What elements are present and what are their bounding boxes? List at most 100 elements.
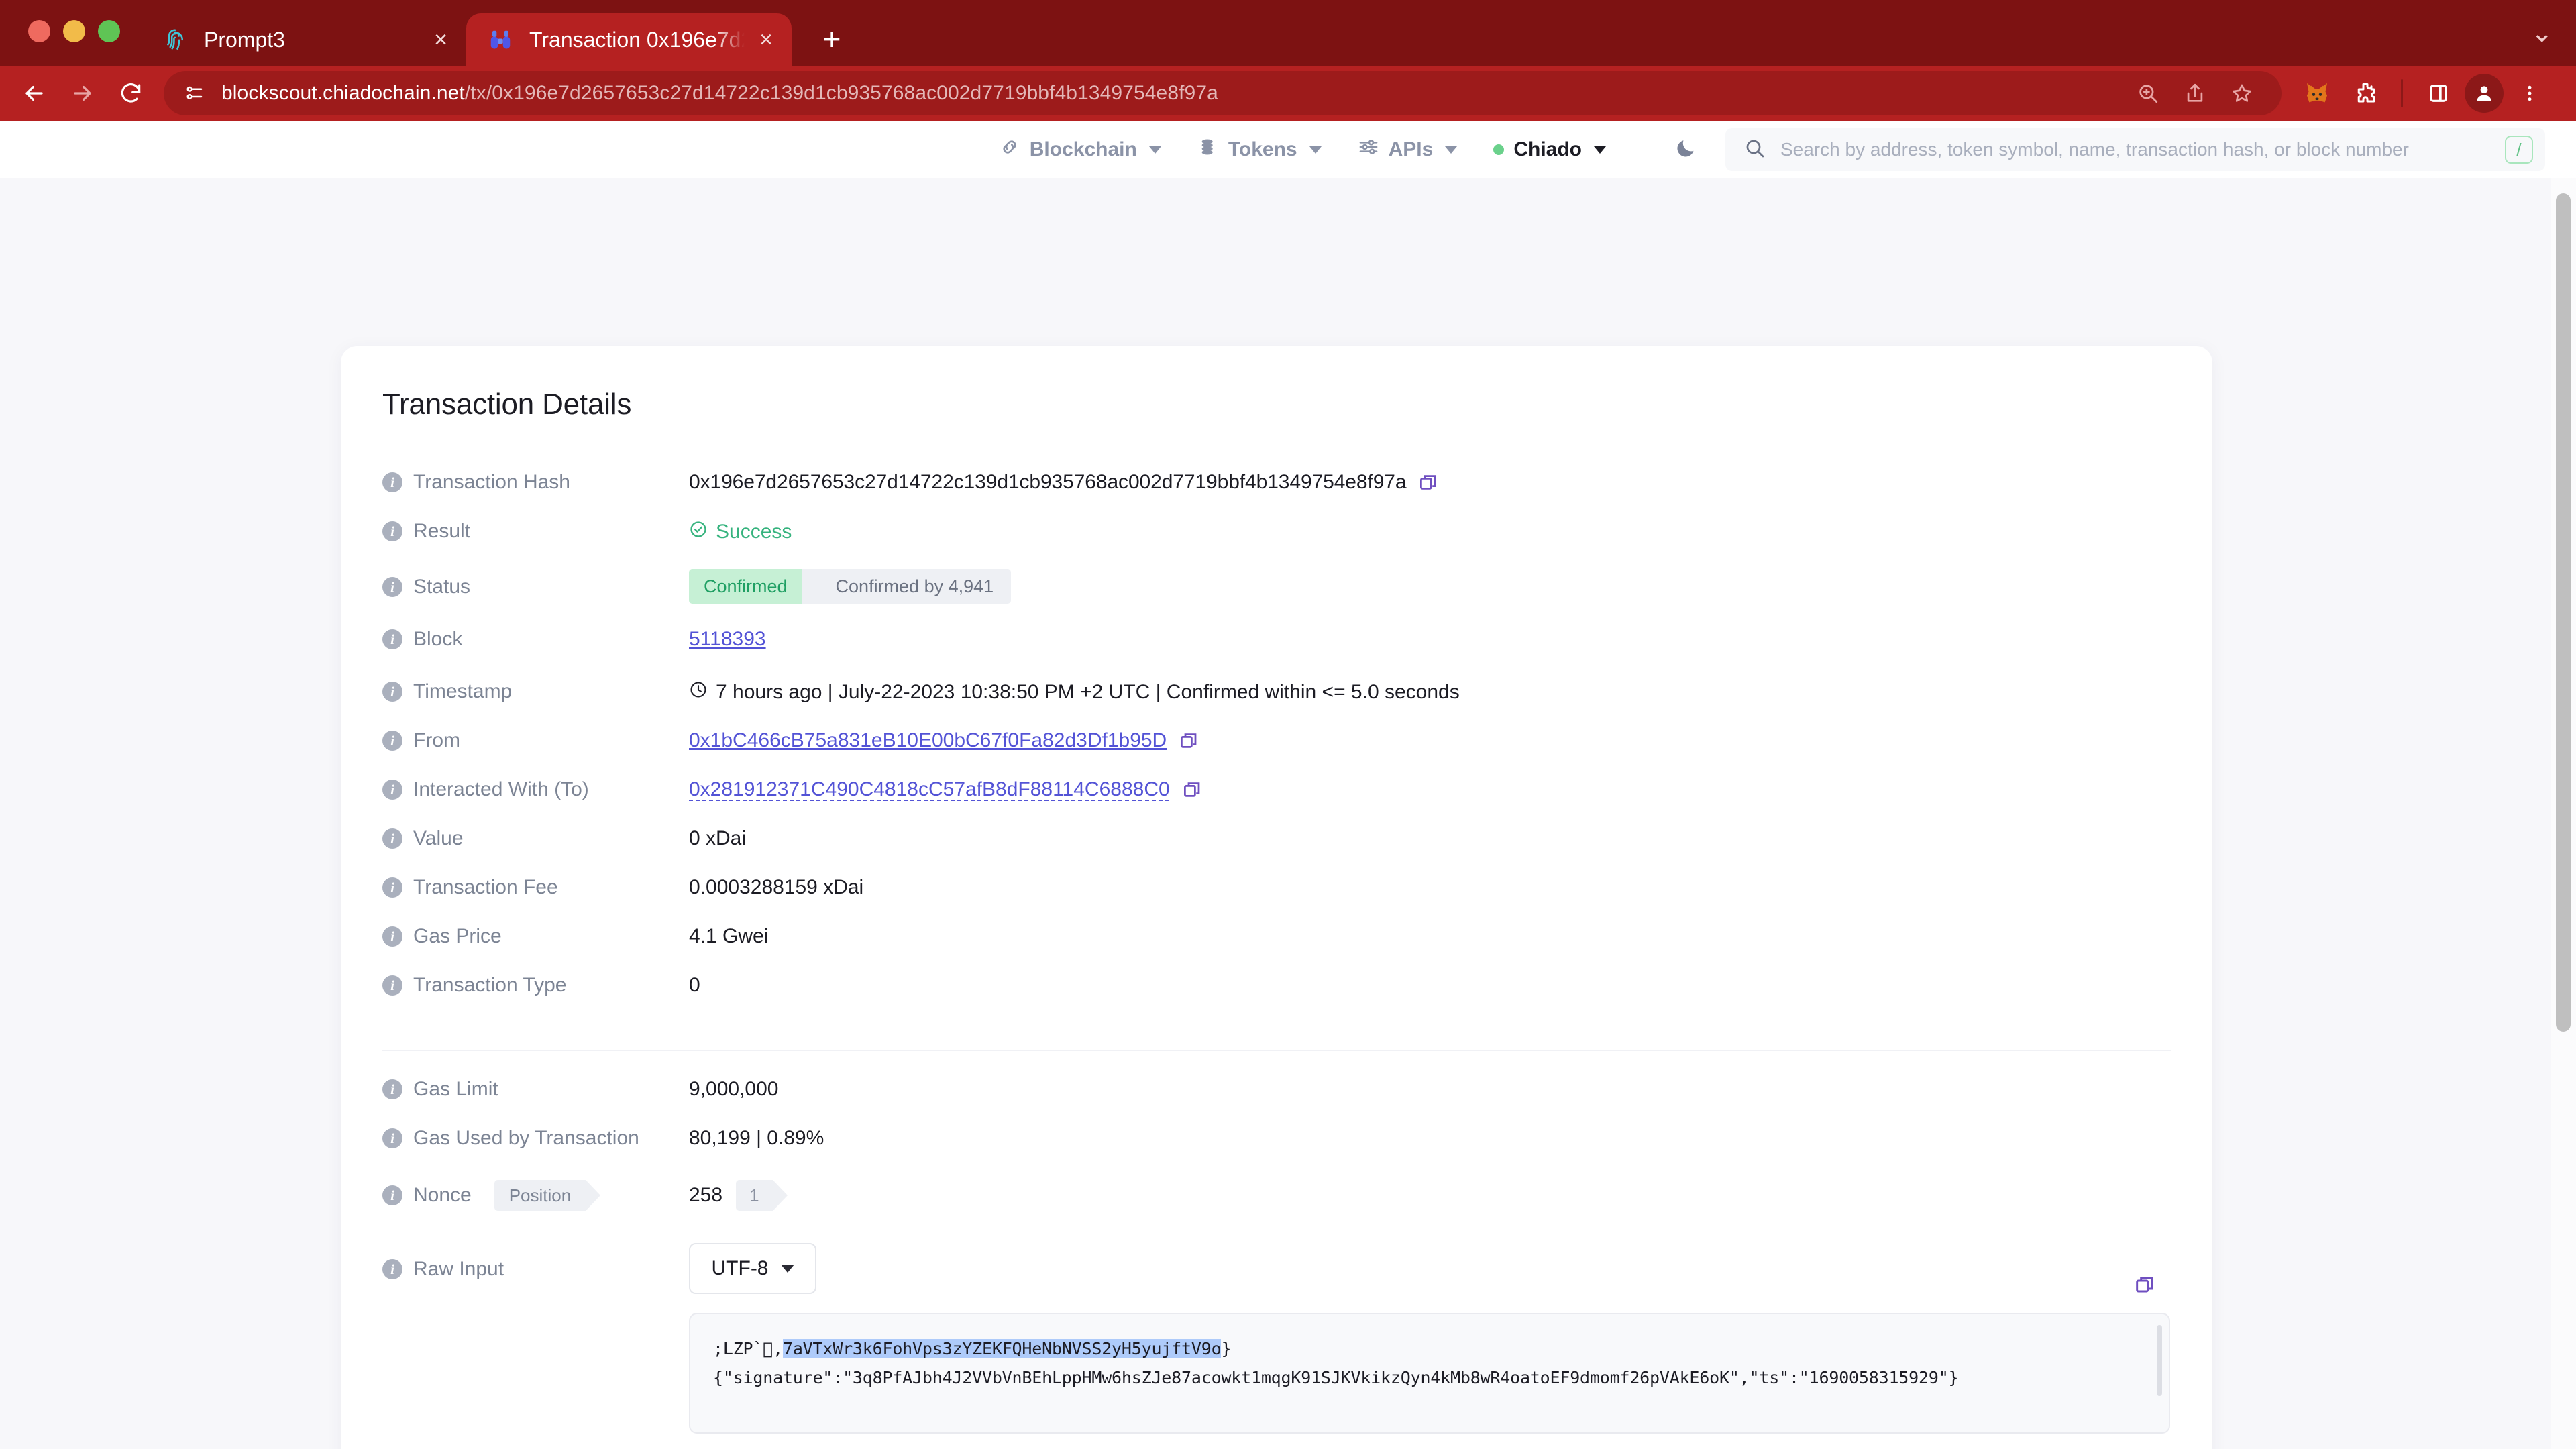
extensions-puzzle-icon[interactable] xyxy=(2343,71,2387,115)
browser-tabstrip: Prompt3 × Transaction 0x196e7d2657653 × … xyxy=(0,0,2576,66)
nav-item-tokens[interactable]: Tokens xyxy=(1197,136,1322,163)
search-shortcut-key: / xyxy=(2505,136,2533,164)
row-label-text: Transaction Fee xyxy=(413,876,558,898)
back-icon[interactable] xyxy=(12,71,56,115)
address-bar-text: blockscout.chiadochain.net/tx/0x196e7d26… xyxy=(221,82,1218,105)
detail-row-transaction-type: i Transaction Type 0 xyxy=(382,971,2171,1020)
metamask-extension-icon[interactable] xyxy=(2295,71,2339,115)
nav-item-network-chiado[interactable]: Chiado xyxy=(1493,138,1606,161)
info-icon[interactable]: i xyxy=(382,1185,402,1205)
timestamp-value: 7 hours ago | July-22-2023 10:38:50 PM +… xyxy=(716,681,1460,703)
row-label: i Raw Input xyxy=(382,1243,689,1281)
row-label: i Transaction Type xyxy=(382,971,689,997)
nav-item-label: Blockchain xyxy=(1029,138,1137,160)
maximize-window-button[interactable] xyxy=(98,20,120,42)
row-label: i Timestamp xyxy=(382,678,689,703)
tab-close-icon[interactable]: × xyxy=(759,28,773,51)
moon-icon xyxy=(1674,136,1699,164)
raw-input-line-1: ;LZP` ,7aVTxWr3k6FohVps3zYZEKFQHeNbNVSS2… xyxy=(713,1334,2146,1363)
page-title: Transaction Details xyxy=(382,388,632,421)
info-icon[interactable]: i xyxy=(382,682,402,702)
tab-title: Prompt3 xyxy=(204,27,285,52)
sliders-icon xyxy=(1358,136,1379,163)
row-label-text: Value xyxy=(413,827,464,849)
row-label-text: Nonce xyxy=(413,1184,472,1206)
row-value: 0.0003288159 xDai xyxy=(689,876,864,898)
info-icon[interactable]: i xyxy=(382,975,402,996)
search-placeholder: Search by address, token symbol, name, t… xyxy=(1780,139,2409,160)
info-icon[interactable]: i xyxy=(382,1259,402,1279)
tab-close-icon[interactable]: × xyxy=(434,28,447,51)
tab-title: Transaction 0x196e7d2657653 xyxy=(529,27,745,52)
info-icon[interactable]: i xyxy=(382,1128,402,1148)
nav-item-label: Tokens xyxy=(1228,138,1297,160)
share-icon[interactable] xyxy=(2173,71,2217,115)
bookmark-star-icon[interactable] xyxy=(2220,71,2264,115)
browser-tab-transaction[interactable]: Transaction 0x196e7d2657653 × xyxy=(466,13,792,66)
copy-icon[interactable] xyxy=(1179,731,1199,751)
close-window-button[interactable] xyxy=(28,20,50,42)
forward-icon[interactable] xyxy=(60,71,105,115)
zoom-icon[interactable] xyxy=(2126,71,2170,115)
info-icon[interactable]: i xyxy=(382,629,402,649)
position-value-badge: 1 xyxy=(736,1180,788,1211)
window-traffic-lights xyxy=(28,20,120,42)
raw-input-line-2: {"signature":"3q8PfAJbh4J2VVbVnBEhLppHMw… xyxy=(713,1368,1959,1387)
info-icon[interactable]: i xyxy=(382,521,402,541)
row-label-text: Transaction Type xyxy=(413,974,567,996)
page-scrollbar-thumb[interactable] xyxy=(2556,193,2571,1032)
chevron-down-icon xyxy=(1594,146,1606,154)
check-circle-icon xyxy=(689,520,708,544)
copy-icon[interactable] xyxy=(1418,472,1438,492)
nav-item-blockchain[interactable]: Blockchain xyxy=(999,136,1161,163)
coins-icon xyxy=(1197,136,1219,163)
info-icon[interactable]: i xyxy=(382,731,402,751)
info-icon[interactable]: i xyxy=(382,780,402,800)
info-icon[interactable]: i xyxy=(382,828,402,849)
info-icon[interactable]: i xyxy=(382,877,402,898)
detail-row-nonce: i Nonce Position 258 1 xyxy=(382,1173,2171,1228)
raw-line1-selected-text: 7aVTxWr3k6FohVps3zYZEKFQHeNbNVSS2yH5yujf… xyxy=(782,1339,1222,1358)
raw-input-scrollbar[interactable] xyxy=(2157,1325,2162,1396)
browser-tab-prompt3[interactable]: Prompt3 × xyxy=(141,13,466,66)
raw-line1-prefix: ;LZP` , xyxy=(713,1339,783,1358)
reload-icon[interactable] xyxy=(109,71,153,115)
nav-item-apis[interactable]: APIs xyxy=(1358,136,1458,163)
navbar-menu: Blockchain Tokens APIs Chiado xyxy=(999,136,1699,164)
row-label: i Gas Price xyxy=(382,922,689,948)
row-label-text: Transaction Hash xyxy=(413,471,570,493)
fingerprint-icon xyxy=(161,25,189,54)
raw-input-textarea[interactable]: ;LZP` ,7aVTxWr3k6FohVps3zYZEKFQHeNbNVSS2… xyxy=(689,1313,2170,1434)
side-panel-icon[interactable] xyxy=(2416,71,2461,115)
row-value: 0 xyxy=(689,974,700,996)
to-address-link[interactable]: 0x281912371C490C4818cC57afB8dF88114C6888… xyxy=(689,778,1170,801)
detail-row-interacted-with: i Interacted With (To) 0x281912371C490C4… xyxy=(382,775,2171,824)
from-address-link[interactable]: 0x1bC466cB75a831eB10E00bC67f0Fa82d3Df1b9… xyxy=(689,729,1167,752)
tab-list-menu-icon[interactable]: ⌄ xyxy=(2530,17,2553,48)
row-value: 0x196e7d2657653c27d14722c139d1cb935768ac… xyxy=(689,468,1438,494)
copy-icon[interactable] xyxy=(2134,1274,2155,1299)
search-input[interactable]: Search by address, token symbol, name, t… xyxy=(1725,128,2545,171)
profile-avatar-icon[interactable] xyxy=(2465,74,2504,113)
address-bar[interactable]: blockscout.chiadochain.net/tx/0x196e7d26… xyxy=(164,71,2282,115)
info-icon[interactable]: i xyxy=(382,926,402,947)
theme-toggle-button[interactable] xyxy=(1674,136,1699,164)
row-label-text: From xyxy=(413,729,460,751)
chrome-menu-icon[interactable] xyxy=(2508,71,2552,115)
row-value: 7 hours ago | July-22-2023 10:38:50 PM +… xyxy=(689,678,1460,704)
site-info-icon[interactable] xyxy=(181,80,208,107)
new-tab-button[interactable]: + xyxy=(806,13,857,64)
minimize-window-button[interactable] xyxy=(63,20,85,42)
row-value: 9,000,000 xyxy=(689,1078,779,1100)
detail-row-timestamp: i Timestamp 7 hours ago | July-22-2023 1… xyxy=(382,678,2171,727)
info-icon[interactable]: i xyxy=(382,472,402,492)
page-scrollbar-track[interactable] xyxy=(2551,178,2576,1449)
page-content: Transaction Details i Transaction Hash 0… xyxy=(0,178,2576,1449)
copy-icon[interactable] xyxy=(1182,780,1202,800)
info-icon[interactable]: i xyxy=(382,577,402,597)
row-label: i Gas Limit xyxy=(382,1075,689,1101)
row-label-text: Status xyxy=(413,576,471,598)
block-number-link[interactable]: 5118393 xyxy=(689,628,766,651)
raw-input-encoding-select[interactable]: UTF-8 xyxy=(689,1243,816,1294)
info-icon[interactable]: i xyxy=(382,1079,402,1099)
